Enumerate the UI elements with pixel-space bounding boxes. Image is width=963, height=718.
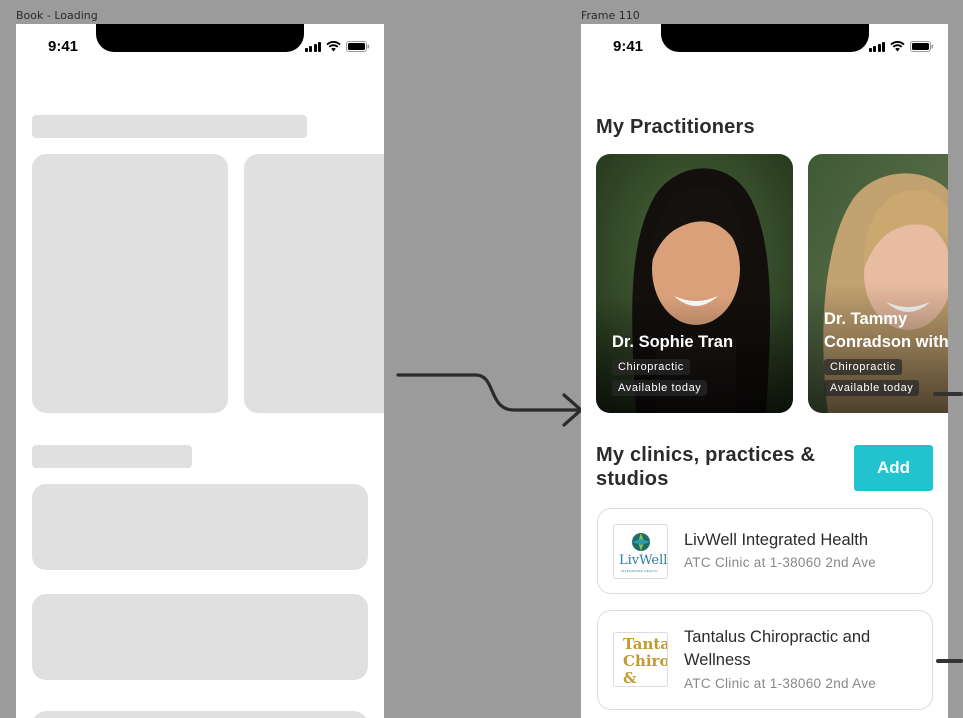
skeleton-card <box>244 154 384 413</box>
clinic-list-item[interactable]: Tanta Chiro & Wel Tantalus Chiropractic … <box>597 610 933 710</box>
practitioners-section-title: My Practitioners <box>596 116 755 138</box>
clinic-logo: LivWell INTEGRATED HEALTH <box>613 524 668 579</box>
home-screen: 9:41 My Practitioners Dr. Sophie Tran Ch… <box>581 24 948 718</box>
skeleton-card <box>32 154 228 413</box>
skeleton-title <box>32 115 307 138</box>
skeleton-row <box>32 594 368 680</box>
add-clinic-button[interactable]: Add <box>854 445 933 491</box>
frame-label-main: Frame 110 <box>581 9 640 22</box>
practitioner-card[interactable]: Dr. Sophie Tran Chiropractic Available t… <box>596 154 793 413</box>
practitioner-name: Dr. Sophie Tran <box>612 333 734 351</box>
clinic-logo-subtext: INTEGRATED HEALTH <box>621 569 658 573</box>
prototype-connector <box>933 392 963 396</box>
clinics-section-title: My clinics, practices & studios <box>596 444 816 490</box>
signal-icon <box>304 41 321 52</box>
practitioner-name-line: Conradson with <box>824 333 948 351</box>
clinic-address: ATC Clinic at 1-38060 2nd Ave <box>684 555 877 570</box>
skeleton-row <box>32 711 368 718</box>
flow-arrow-icon <box>396 373 583 427</box>
availability-badge: Available today <box>612 380 708 396</box>
device-notch <box>661 24 869 52</box>
wifi-icon <box>326 41 341 52</box>
battery-icon <box>910 41 934 52</box>
practitioner-name-line: Dr. Tammy <box>824 310 908 328</box>
battery-icon <box>346 41 370 52</box>
specialty-badge: Chiropractic <box>824 359 902 375</box>
clinic-name: Tantalus Chiropractic and Wellness <box>684 628 871 669</box>
clinic-address: ATC Clinic at 1-38060 2nd Ave <box>684 676 877 691</box>
status-icons <box>304 41 371 52</box>
loading-screen: 9:41 <box>16 24 384 718</box>
wifi-icon <box>890 41 905 52</box>
clinic-list-item[interactable]: LivWell INTEGRATED HEALTH LivWell Integr… <box>597 508 933 594</box>
device-notch <box>96 24 304 52</box>
prototype-connector <box>936 659 963 663</box>
signal-icon <box>868 41 885 52</box>
clinic-logo: Tanta Chiro & Wel <box>613 632 668 687</box>
clinic-logo-text: Tanta Chiro & Wel <box>623 635 668 687</box>
status-time: 9:41 <box>613 38 644 55</box>
status-icons <box>868 41 935 52</box>
clinic-name: LivWell Integrated Health <box>684 531 869 549</box>
availability-badge: Available today <box>824 380 920 396</box>
specialty-badge: Chiropractic <box>612 359 690 375</box>
status-time: 9:41 <box>48 38 79 55</box>
practitioner-card[interactable]: Dr. Tammy Conradson with Chiropractic Av… <box>808 154 948 413</box>
skeleton-title <box>32 445 192 468</box>
practitioner-name: Dr. Tammy Conradson with <box>824 308 948 354</box>
skeleton-row <box>32 484 368 570</box>
clinic-logo-text: LivWell <box>619 553 668 568</box>
frame-label-loading: Book - Loading <box>16 9 98 22</box>
